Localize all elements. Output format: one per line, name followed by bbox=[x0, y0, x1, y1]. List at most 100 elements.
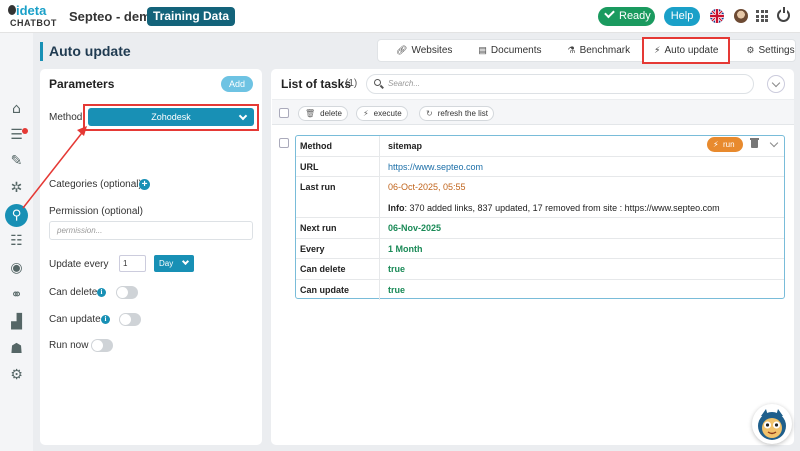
tab-label: Settings bbox=[758, 45, 795, 56]
tab-label: Documents bbox=[490, 45, 542, 56]
delete-button[interactable]: 🗑︎ delete bbox=[298, 106, 348, 121]
apps-grid-icon[interactable] bbox=[756, 10, 768, 22]
method-value: Zohodesk bbox=[151, 112, 191, 122]
method-select[interactable]: Zohodesk bbox=[88, 108, 254, 126]
help-button[interactable]: Help bbox=[664, 7, 700, 26]
refresh-button[interactable]: ↻ refresh the list bbox=[419, 106, 494, 121]
bolt-icon: ⚡︎ bbox=[713, 140, 719, 149]
trash-icon: 🗑︎ bbox=[305, 109, 316, 118]
tab-documents[interactable]: ▤ Documents bbox=[468, 40, 557, 61]
run-label: run bbox=[723, 140, 735, 149]
gears-icon: ⚙ bbox=[746, 45, 755, 55]
info-icon[interactable]: i bbox=[101, 315, 110, 324]
tab-label: Benchmark bbox=[579, 45, 631, 56]
ideta-logo[interactable]: ideta CHATBOT bbox=[6, 3, 62, 30]
page-title: Auto update bbox=[40, 42, 131, 61]
run-now-label: Run now bbox=[49, 340, 89, 351]
bot-mascot-icon bbox=[758, 409, 786, 440]
tab-settings[interactable]: ⚙ Settings bbox=[730, 40, 800, 61]
collapse-all-button[interactable] bbox=[767, 75, 785, 93]
update-every-label: Update every bbox=[49, 259, 109, 270]
search-icon bbox=[374, 79, 381, 86]
tab-websites[interactable]: 🔗︎ Websites bbox=[378, 40, 468, 61]
tasks-toolbar bbox=[272, 100, 794, 125]
trash-icon[interactable] bbox=[750, 138, 759, 148]
flask-icon: ⚗ bbox=[567, 45, 576, 55]
every-value: 1 Month bbox=[388, 243, 423, 254]
execute-button[interactable]: ⚡︎ execute bbox=[356, 106, 408, 121]
update-unit-select[interactable]: Day bbox=[154, 255, 194, 272]
task-row-can-update: Can update true bbox=[296, 279, 784, 300]
field-key: Can update bbox=[296, 279, 380, 300]
uk-flag-icon[interactable] bbox=[710, 9, 724, 23]
execute-label: execute bbox=[373, 109, 402, 118]
task-card: Method sitemap URL https://www.septeo.com … bbox=[295, 135, 785, 300]
method-value: sitemap bbox=[388, 141, 423, 151]
categories-label: Categories (optional) bbox=[49, 179, 142, 190]
can-update-label: Can update bbox=[49, 314, 101, 325]
field-key: URL bbox=[296, 156, 380, 176]
tab-label: Auto update bbox=[664, 45, 719, 56]
task-checkbox[interactable] bbox=[279, 138, 289, 148]
update-every-input[interactable]: 1 bbox=[119, 255, 146, 272]
tab-benchmark[interactable]: ⚗ Benchmark bbox=[557, 40, 642, 61]
document-icon: ▤ bbox=[478, 45, 487, 55]
parameters-title: Parameters bbox=[49, 77, 115, 91]
link-icon: 🔗︎ bbox=[396, 45, 408, 55]
tab-label: Websites bbox=[411, 45, 453, 56]
bolt-icon: ⚡︎ bbox=[363, 109, 369, 118]
can-delete-value: true bbox=[388, 264, 406, 274]
database-icon[interactable]: ☗ bbox=[8, 341, 25, 358]
run-button[interactable]: ⚡︎ run bbox=[707, 137, 743, 152]
edit-icon[interactable]: ✎ bbox=[8, 153, 25, 170]
power-icon[interactable] bbox=[777, 7, 790, 22]
notification-dot bbox=[22, 128, 28, 134]
chart-icon[interactable]: ▟ bbox=[8, 314, 25, 331]
home-icon[interactable]: ⌂ bbox=[8, 101, 25, 118]
chevron-down-icon bbox=[238, 111, 248, 121]
field-key: Last run bbox=[296, 177, 380, 217]
project-name: Septeo - demo bbox=[69, 9, 159, 24]
field-key: Next run bbox=[296, 218, 380, 238]
can-delete-label: Can delete bbox=[49, 287, 98, 298]
settings-icon[interactable]: ⚙ bbox=[8, 367, 25, 384]
task-row-next-run: Next run 06-Nov-2025 bbox=[296, 218, 784, 239]
chat-search-icon[interactable]: ⚭ bbox=[8, 287, 25, 304]
logo-subtext: CHATBOT bbox=[10, 18, 57, 28]
next-run-value: 06-Nov-2025 bbox=[388, 223, 442, 233]
add-button[interactable]: Add bbox=[221, 76, 253, 92]
check-icon bbox=[604, 7, 615, 19]
tab-auto-update[interactable]: ⚡︎ Auto update bbox=[642, 37, 731, 64]
tasks-title: List of tasks bbox=[281, 77, 352, 91]
add-category-icon[interactable]: + bbox=[139, 179, 150, 190]
select-all-checkbox[interactable] bbox=[279, 108, 289, 118]
can-update-toggle[interactable] bbox=[119, 313, 141, 326]
ready-button[interactable]: Ready bbox=[598, 7, 655, 26]
url-link[interactable]: https://www.septeo.com bbox=[388, 157, 483, 178]
knowledge-icon[interactable]: ⚲ bbox=[5, 204, 28, 227]
user-avatar[interactable] bbox=[734, 9, 748, 23]
eye-icon[interactable]: ◉ bbox=[8, 260, 25, 277]
gear-bug-icon[interactable]: ✲ bbox=[8, 180, 25, 197]
bolt-icon: ⚡︎ bbox=[654, 45, 661, 55]
info-value: : 370 added links, 837 updated, 17 remov… bbox=[404, 202, 720, 213]
can-delete-toggle[interactable] bbox=[116, 286, 138, 299]
tasks-count: (1) bbox=[345, 78, 358, 89]
logo-text: ideta bbox=[16, 3, 47, 18]
run-now-toggle[interactable] bbox=[91, 339, 113, 352]
update-unit-value: Day bbox=[159, 259, 174, 268]
tab-bar: 🔗︎ Websites ▤ Documents ⚗ Benchmark ⚡︎ Auto … bbox=[377, 37, 796, 64]
info-key: Info bbox=[388, 202, 405, 213]
chatbot-launcher[interactable] bbox=[752, 404, 792, 444]
info-icon[interactable]: i bbox=[97, 288, 106, 297]
search-input[interactable]: Search... bbox=[366, 74, 754, 94]
ready-label: Ready bbox=[619, 10, 651, 22]
permission-input[interactable]: permission... bbox=[49, 221, 253, 240]
field-key: Method bbox=[296, 136, 380, 156]
field-key: Every bbox=[296, 238, 380, 258]
info-line: Info: 370 added links, 837 updated, 17 r… bbox=[388, 198, 720, 219]
task-row-every: Every 1 Month bbox=[296, 238, 784, 259]
refresh-icon: ↻ bbox=[426, 109, 433, 118]
form-icon[interactable]: ☷ bbox=[8, 233, 25, 250]
field-key: Can delete bbox=[296, 259, 380, 279]
